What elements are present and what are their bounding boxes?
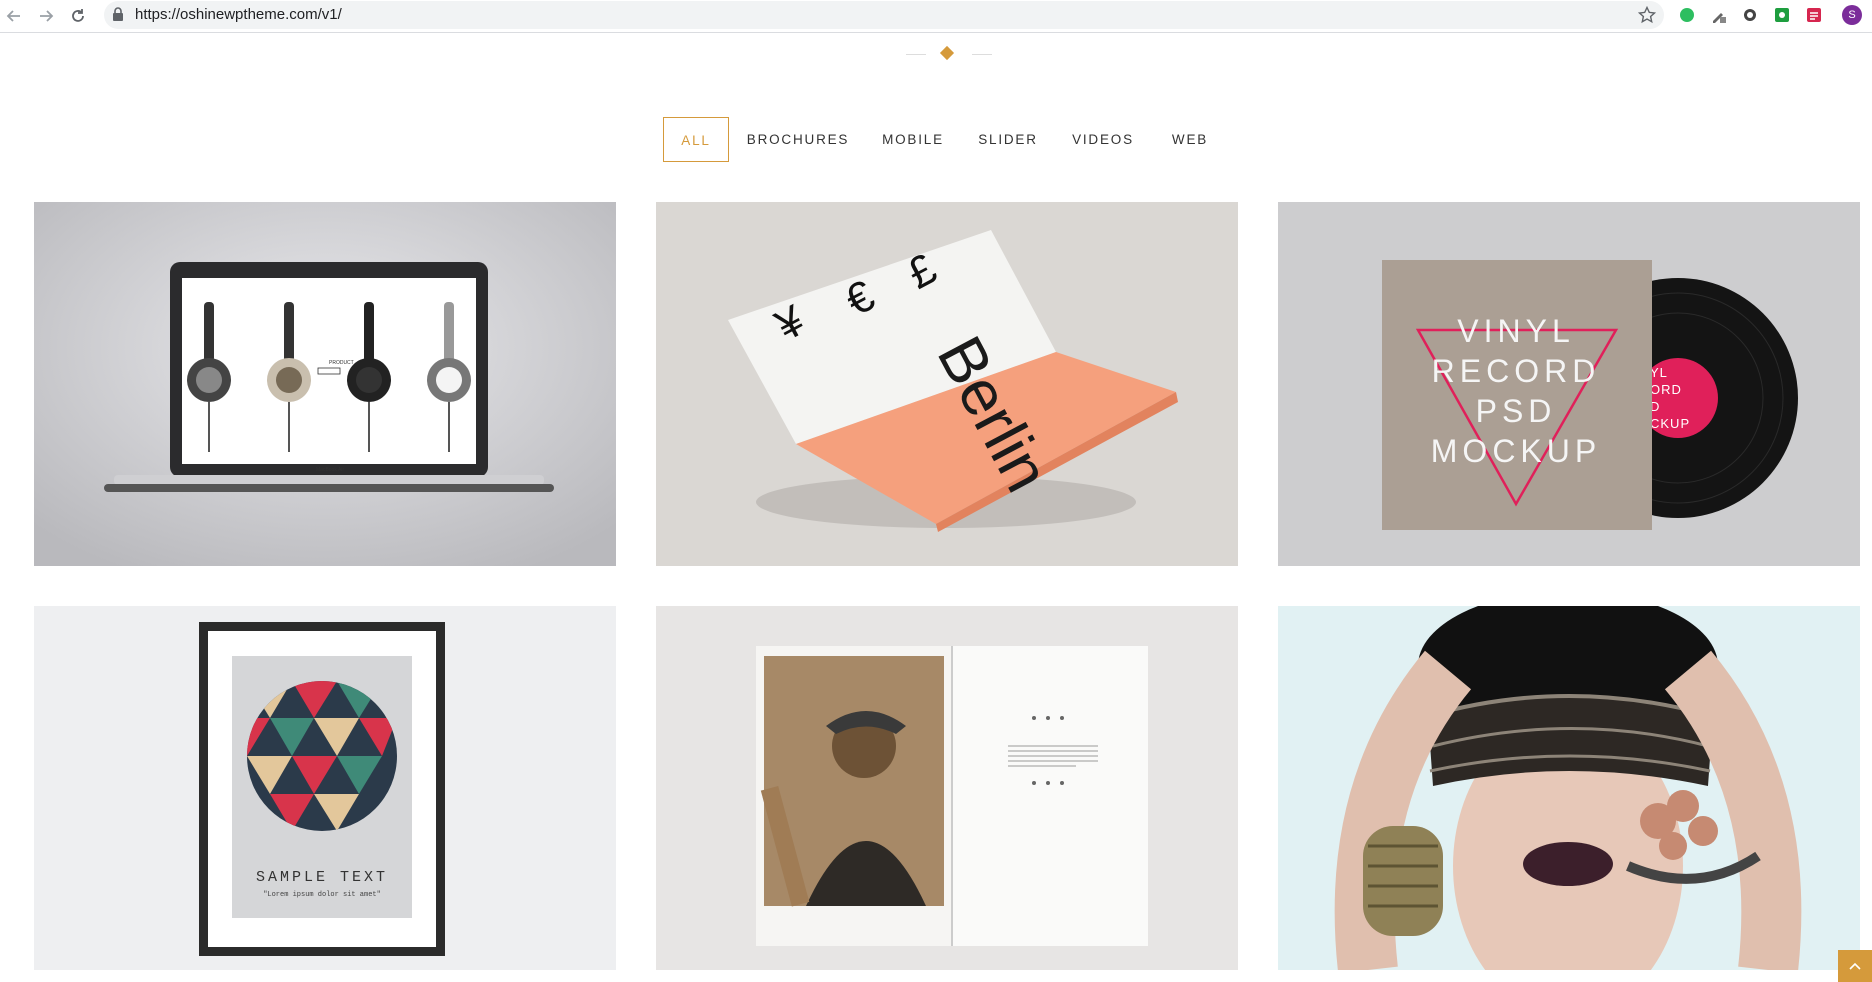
vinyl-title-line-1: VINYL (1457, 313, 1574, 349)
star-icon[interactable] (1638, 6, 1656, 24)
poster-mockup-image: SAMPLE TEXT "Lorem ipsum dolor sit amet" (34, 606, 616, 970)
back-button[interactable] (2, 4, 26, 28)
poster-sample-text: SAMPLE TEXT (256, 869, 388, 886)
diamond-icon (939, 45, 955, 61)
evernote-extension-icon[interactable] (1678, 6, 1696, 24)
vinyl-label-text-4: CKUP (1650, 416, 1690, 431)
vinyl-mockup-image: YL ORD D CKUP VINYL RECORD PSD MOCKUP (1278, 202, 1860, 566)
portfolio-item-framed-poster[interactable]: SAMPLE TEXT "Lorem ipsum dolor sit amet" (34, 606, 616, 970)
eyedropper-extension-icon[interactable] (1710, 6, 1728, 24)
portfolio-item-laptop-headphones[interactable]: PRODUCT MacBook Air (34, 202, 616, 566)
portfolio-item-berlin-brochure[interactable]: Berlin ¥ € £ (656, 202, 1238, 566)
filter-slider[interactable]: SLIDER (978, 117, 1038, 162)
filter-brochures[interactable]: BROCHURES (746, 117, 850, 162)
divider-line-left (906, 54, 926, 55)
arrow-left-icon (6, 10, 20, 22)
chevron-up-icon (1849, 962, 1861, 970)
scroll-to-top-button[interactable] (1838, 950, 1872, 982)
vinyl-label-text-2: ORD (1650, 382, 1682, 397)
filter-mobile[interactable]: MOBILE (880, 117, 946, 162)
magazine-mockup-image (656, 606, 1238, 970)
vinyl-label-text-1: YL (1650, 365, 1668, 380)
circle-extension-icon[interactable] (1741, 6, 1759, 24)
vinyl-title-line-4: MOCKUP (1431, 433, 1601, 469)
vinyl-title-line-3: PSD (1476, 393, 1557, 429)
url-text[interactable]: https://oshinewptheme.com/v1/ (135, 6, 342, 23)
green-extension-icon[interactable] (1773, 6, 1791, 24)
lock-icon (113, 7, 123, 21)
filter-web[interactable]: WEB (1168, 117, 1212, 162)
notes-extension-icon[interactable] (1805, 6, 1823, 24)
portfolio-filter-bar: ALL BROCHURES MOBILE SLIDER VIDEOS WEB (0, 117, 1872, 162)
portfolio-item-vinyl-record[interactable]: YL ORD D CKUP VINYL RECORD PSD MOCKUP (1278, 202, 1860, 566)
reload-button[interactable] (66, 4, 90, 28)
brochure-mockup-image: Berlin ¥ € £ (656, 202, 1238, 566)
filter-videos[interactable]: VIDEOS (1070, 117, 1136, 162)
divider-line-right (972, 54, 992, 55)
poster-lorem-text: "Lorem ipsum dolor sit amet" (263, 891, 381, 899)
browser-toolbar: https://oshinewptheme.com/v1/ S (0, 0, 1872, 33)
reload-icon (72, 9, 84, 22)
profile-avatar[interactable]: S (1842, 5, 1862, 25)
portfolio-item-blindfold-fashion[interactable] (1278, 606, 1860, 970)
vinyl-title-line-2: RECORD (1432, 353, 1601, 389)
product-label: PRODUCT (329, 360, 354, 366)
arrow-right-icon (40, 10, 54, 22)
portfolio-item-open-magazine[interactable] (656, 606, 1238, 970)
macbook-label: MacBook Air (316, 467, 344, 473)
fashion-photo-image (1278, 606, 1860, 970)
forward-button[interactable] (34, 4, 58, 28)
filter-all[interactable]: ALL (663, 117, 729, 162)
laptop-mockup-image: PRODUCT MacBook Air (34, 202, 616, 566)
